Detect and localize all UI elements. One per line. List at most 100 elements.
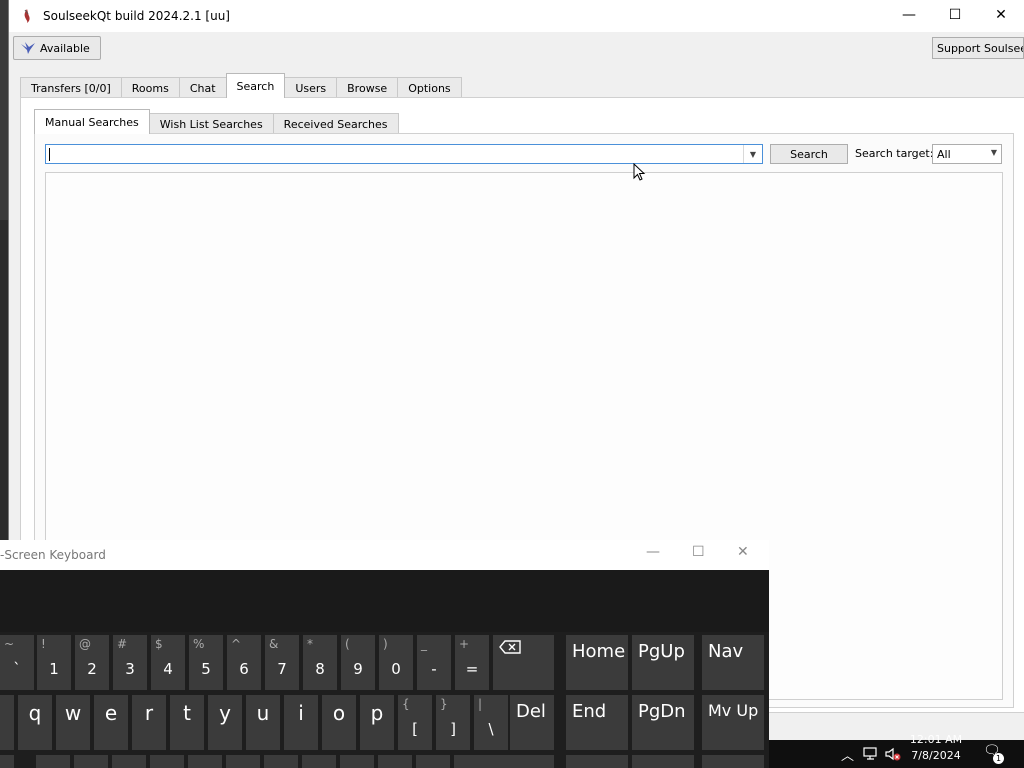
bird-icon	[21, 42, 35, 54]
clock[interactable]: 12:01 AM 7/8/2024	[906, 732, 966, 764]
key-l-partial[interactable]	[340, 755, 374, 768]
notification-count-badge: 1	[993, 753, 1004, 764]
key-pgup[interactable]: PgUp	[632, 635, 694, 690]
key-home[interactable]: Home	[566, 635, 628, 690]
tab-received-searches[interactable]: Received Searches	[272, 113, 399, 134]
tab-search[interactable]: Search	[225, 73, 286, 98]
key-nav[interactable]: Nav	[702, 635, 764, 690]
search-row: ▼ Search Search target: All ▼	[45, 144, 1005, 166]
speaker-muted-icon[interactable]	[885, 747, 901, 761]
window-title: SoulseekQt build 2024.2.1 [uu]	[43, 9, 230, 23]
key-3[interactable]: #3	[113, 635, 147, 690]
key-9[interactable]: (9	[341, 635, 375, 690]
osk-maximize-button[interactable]: ☐	[692, 544, 705, 560]
key-backslash[interactable]: | \	[474, 695, 508, 750]
search-query-input[interactable]: ▼	[45, 144, 763, 164]
key-y[interactable]: y	[208, 695, 242, 750]
clock-date: 7/8/2024	[911, 749, 961, 762]
key-2[interactable]: @2	[75, 635, 109, 690]
key-a-partial[interactable]	[36, 755, 70, 768]
network-icon[interactable]	[863, 747, 879, 761]
key-u[interactable]: u	[246, 695, 280, 750]
key-f-partial[interactable]	[150, 755, 184, 768]
key-mv-dn-partial[interactable]	[702, 755, 764, 768]
title-bar: SoulseekQt build 2024.2.1 [uu] — ☐ ✕	[9, 0, 1024, 32]
search-target-label: Search target:	[855, 147, 934, 160]
chevron-down-icon: ▼	[990, 148, 997, 157]
key-del[interactable]: Del	[510, 695, 554, 750]
key-6[interactable]: ^ 6	[227, 635, 261, 690]
key-quote-partial[interactable]	[416, 755, 450, 768]
key-d-partial[interactable]	[112, 755, 146, 768]
key-e[interactable]: e	[94, 695, 128, 750]
key-4[interactable]: $4	[151, 635, 185, 690]
on-screen-keyboard: -Screen Keyboard — ☐ ✕ ~ ` ! 1 @2 #3 $4 % 5…	[0, 540, 769, 768]
osk-prediction-strip	[0, 570, 769, 632]
key-close-bracket[interactable]: }]	[436, 695, 470, 750]
key-backspace[interactable]	[493, 635, 554, 690]
status-label: Available	[40, 41, 90, 55]
key-caps-partial[interactable]	[0, 755, 14, 768]
tab-rooms[interactable]: Rooms	[120, 77, 180, 98]
key-tab-partial[interactable]	[0, 695, 14, 750]
key-h-partial[interactable]	[226, 755, 260, 768]
key-o[interactable]: o	[322, 695, 356, 750]
support-soulseek-button[interactable]: Support Soulseek	[932, 37, 1024, 59]
text-caret	[49, 148, 50, 161]
mouse-cursor-icon	[633, 163, 646, 181]
tab-transfers[interactable]: Transfers [0/0]	[20, 77, 122, 98]
key-q[interactable]: q	[18, 695, 52, 750]
key-j-partial[interactable]	[264, 755, 298, 768]
search-target-select[interactable]: All ▼	[932, 144, 1002, 164]
chevron-down-icon[interactable]: ▼	[743, 145, 762, 163]
osk-close-button[interactable]: ✕	[737, 544, 749, 560]
clock-time: 12:01 AM	[909, 733, 963, 746]
search-target-value: All	[937, 147, 951, 161]
search-button[interactable]: Search	[770, 144, 848, 164]
soulseek-app-icon	[24, 9, 30, 23]
chevron-up-icon[interactable]: ︿	[841, 745, 854, 764]
key-minus[interactable]: _ -	[417, 635, 451, 690]
key-i[interactable]: i	[284, 695, 318, 750]
close-button[interactable]: ✕	[978, 0, 1024, 30]
tab-users[interactable]: Users	[284, 77, 338, 98]
tab-options[interactable]: Options	[397, 77, 462, 98]
tab-manual-searches[interactable]: Manual Searches	[34, 109, 150, 134]
tab-browse[interactable]: Browse	[336, 77, 399, 98]
key-enter-partial[interactable]	[454, 755, 554, 768]
key-r[interactable]: r	[132, 695, 166, 750]
key-7[interactable]: & 7	[265, 635, 299, 690]
key-w[interactable]: w	[56, 695, 90, 750]
key-8[interactable]: * 8	[303, 635, 337, 690]
key-s-partial[interactable]	[74, 755, 108, 768]
key-semicolon-partial[interactable]	[378, 755, 412, 768]
key-backtick[interactable]: ~ `	[0, 635, 34, 690]
osk-title: -Screen Keyboard	[0, 548, 106, 562]
taskbar: ︿ 12:01 AM 7/8/2024 🗨 1	[769, 733, 1024, 768]
key-insert-partial[interactable]	[566, 755, 628, 768]
osk-minimize-button[interactable]: —	[646, 544, 660, 560]
key-pgdn[interactable]: PgDn	[632, 695, 694, 750]
key-t[interactable]: t	[170, 695, 204, 750]
backspace-icon	[499, 640, 521, 654]
key-equals[interactable]: + =	[455, 635, 489, 690]
key-g-partial[interactable]	[188, 755, 222, 768]
tab-chat[interactable]: Chat	[178, 77, 227, 98]
main-tab-bar: Transfers [0/0] Rooms Chat Search Users …	[20, 73, 462, 98]
minimize-button[interactable]: —	[886, 0, 932, 30]
key-end[interactable]: End	[566, 695, 628, 750]
key-open-bracket[interactable]: {[	[398, 695, 432, 750]
key-p[interactable]: p	[360, 695, 394, 750]
tab-wish-list-searches[interactable]: Wish List Searches	[148, 113, 274, 134]
key-mv-up[interactable]: Mv Up	[702, 695, 764, 750]
key-pause-partial[interactable]	[632, 755, 694, 768]
search-sub-tab-bar: Manual Searches Wish List Searches Recei…	[34, 109, 399, 134]
key-1[interactable]: ! 1	[37, 635, 71, 690]
maximize-button[interactable]: ☐	[932, 0, 978, 30]
osk-title-bar: -Screen Keyboard — ☐ ✕	[0, 540, 769, 570]
key-0[interactable]: ) 0	[379, 635, 413, 690]
key-k-partial[interactable]	[302, 755, 336, 768]
key-5[interactable]: % 5	[189, 635, 223, 690]
status-button[interactable]: Available	[13, 36, 101, 60]
toolbar: Available Support Soulseek	[9, 32, 1024, 62]
